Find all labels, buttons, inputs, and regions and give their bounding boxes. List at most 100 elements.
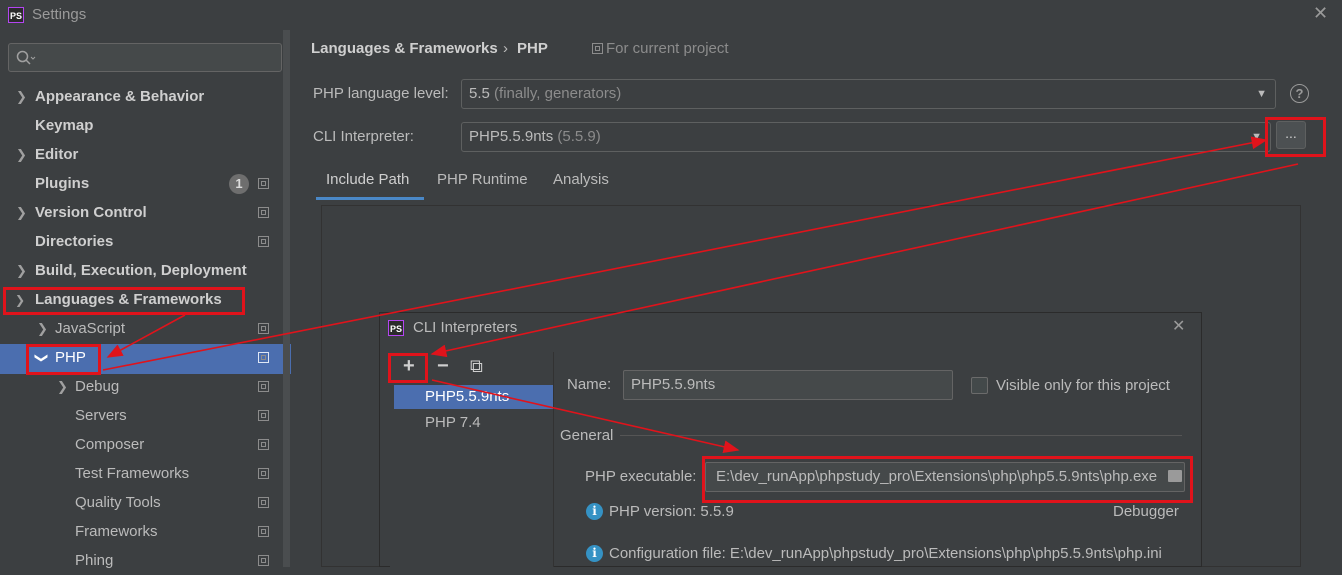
language-level-label: PHP language level: xyxy=(313,85,449,102)
interpreter-list-item[interactable]: PHP5.5.9nts xyxy=(425,388,509,405)
phpstorm-logo-icon: PS xyxy=(388,320,404,336)
project-scope-icon xyxy=(258,439,269,450)
sidebar-item-label: Phing xyxy=(75,552,114,569)
chevron-right-icon: ❯ xyxy=(57,379,68,394)
sidebar-item-label: Frameworks xyxy=(75,523,158,540)
sidebar-item-label: Plugins xyxy=(35,175,90,192)
tab-include-path[interactable]: Include Path xyxy=(326,171,409,188)
active-tab-indicator xyxy=(316,197,424,200)
sidebar-item-editor[interactable]: ❯ Editor xyxy=(0,141,291,169)
sidebar-item-test-frameworks[interactable]: Test Frameworks xyxy=(0,460,291,488)
chevron-right-icon: ❯ xyxy=(16,147,27,162)
info-icon: i xyxy=(586,503,603,520)
sidebar-item-keymap[interactable]: Keymap xyxy=(0,112,291,140)
sidebar-item-phing[interactable]: Phing xyxy=(0,547,291,575)
debugger-label: Debugger xyxy=(1113,503,1179,520)
sidebar-item-label: Debug xyxy=(75,378,120,395)
sidebar-item-php[interactable]: ❯ PHP xyxy=(0,344,291,374)
sidebar-item-label: JavaScript xyxy=(55,320,126,337)
sidebar-item-label: PHP xyxy=(55,349,86,366)
breadcrumb-parent[interactable]: Languages & Frameworks xyxy=(311,40,498,57)
project-scope-icon xyxy=(258,526,269,537)
sidebar-item-label: Test Frameworks xyxy=(75,465,190,482)
project-scope-icon xyxy=(258,497,269,508)
project-scope-icon xyxy=(258,381,269,392)
close-icon[interactable]: ✕ xyxy=(1172,316,1185,336)
config-file-text: Configuration file: E:\dev_runApp\phpstu… xyxy=(609,545,1162,562)
tab-php-runtime[interactable]: PHP Runtime xyxy=(437,171,528,188)
cli-interpreter-label: CLI Interpreter: xyxy=(313,128,414,145)
sidebar-item-label: Appearance & Behavior xyxy=(35,88,205,105)
sidebar-item-label: Build, Execution, Deployment xyxy=(35,262,247,279)
name-field[interactable]: PHP5.5.9nts xyxy=(623,370,953,400)
chevron-down-icon: ❯ xyxy=(34,352,50,364)
close-icon[interactable]: ✕ xyxy=(1313,3,1328,24)
sidebar-item-label: Keymap xyxy=(35,117,94,134)
project-scope-icon xyxy=(258,352,269,363)
language-level-hint: (finally, generators) xyxy=(494,85,622,102)
chevron-down-icon: ▼ xyxy=(1256,88,1267,100)
php-executable-value: E:\dev_runApp\phpstudy_pro\Extensions\ph… xyxy=(716,468,1158,485)
project-scope-icon xyxy=(258,207,269,218)
dialog-title: CLI Interpreters xyxy=(413,319,518,336)
sidebar-item-languages-frameworks[interactable]: ❯ Languages & Frameworks xyxy=(0,286,291,314)
scope-note-text: For current project xyxy=(606,40,729,57)
search-input[interactable] xyxy=(8,43,282,72)
browse-interpreters-button[interactable]: ... xyxy=(1276,121,1306,149)
update-count-badge: 1 xyxy=(229,174,249,194)
sidebar-scrollbar[interactable] xyxy=(283,30,290,567)
cli-interpreter-hint: (5.5.9) xyxy=(557,128,601,145)
divider xyxy=(553,352,554,567)
section-separator xyxy=(620,435,1182,436)
sidebar-item-label: Editor xyxy=(35,146,79,163)
general-section-label: General xyxy=(560,427,614,444)
sidebar-item-label: Quality Tools xyxy=(75,494,161,511)
project-scope-icon xyxy=(258,468,269,479)
sidebar-item-directories[interactable]: Directories xyxy=(0,228,291,256)
sidebar-item-label: Composer xyxy=(75,436,145,453)
language-level-value: 5.5 xyxy=(469,85,490,102)
php-executable-field[interactable]: E:\dev_runApp\phpstudy_pro\Extensions\ph… xyxy=(705,462,1185,492)
remove-interpreter-button[interactable]: − xyxy=(437,355,449,378)
sidebar-item-appearance-behavior[interactable]: ❯ Appearance & Behavior xyxy=(0,83,291,111)
interpreter-list-item[interactable]: PHP 7.4 xyxy=(425,414,481,431)
sidebar-item-label: Servers xyxy=(75,407,127,424)
sidebar-item-label: Version Control xyxy=(35,204,147,221)
sidebar-item-quality-tools[interactable]: Quality Tools xyxy=(0,489,291,517)
sidebar-item-label: Directories xyxy=(35,233,114,250)
sidebar-item-javascript[interactable]: ❯ JavaScript xyxy=(0,315,291,343)
project-scope-icon xyxy=(592,43,603,54)
phpstorm-logo-icon: PS xyxy=(8,7,24,23)
php-executable-label: PHP executable: xyxy=(585,468,697,485)
sidebar-item-composer[interactable]: Composer xyxy=(0,431,291,459)
chevron-down-icon: ▼ xyxy=(1251,131,1262,143)
sidebar-item-version-control[interactable]: ❯ Version Control xyxy=(0,199,291,227)
sidebar-item-frameworks[interactable]: Frameworks xyxy=(0,518,291,546)
language-level-select[interactable]: 5.5 (finally, generators) ▼ xyxy=(461,79,1276,109)
visible-only-checkbox[interactable] xyxy=(971,377,988,394)
tab-analysis[interactable]: Analysis xyxy=(553,171,609,188)
chevron-right-icon: ❯ xyxy=(16,263,27,278)
folder-icon[interactable] xyxy=(1168,470,1182,482)
cli-interpreter-select[interactable]: PHP5.5.9nts (5.5.9) ▼ xyxy=(461,122,1271,152)
project-scope-icon xyxy=(258,178,269,189)
chevron-right-icon: ❯ xyxy=(16,205,27,220)
chevron-down-icon: ❯ xyxy=(15,293,26,307)
php-version-text: PHP version: 5.5.9 xyxy=(609,503,734,520)
sidebar-item-build-execution-deployment[interactable]: ❯ Build, Execution, Deployment xyxy=(0,257,291,285)
info-icon: i xyxy=(586,545,603,562)
chevron-right-icon: ❯ xyxy=(37,321,48,336)
cli-interpreter-value: PHP5.5.9nts xyxy=(469,128,554,145)
help-icon[interactable]: ? xyxy=(1290,84,1309,103)
window-title: Settings xyxy=(32,6,87,23)
sidebar-item-debug[interactable]: ❯ Debug xyxy=(0,373,291,401)
project-scope-icon xyxy=(258,323,269,334)
copy-interpreter-button[interactable]: ⧉ xyxy=(470,356,483,377)
visible-only-label: Visible only for this project xyxy=(996,377,1170,394)
sidebar-item-plugins[interactable]: Plugins 1 xyxy=(0,170,291,198)
add-interpreter-button[interactable]: + xyxy=(403,355,415,378)
project-scope-icon xyxy=(258,236,269,247)
scope-note: For current project xyxy=(591,40,729,57)
sidebar-item-servers[interactable]: Servers xyxy=(0,402,291,430)
name-label: Name: xyxy=(567,376,612,393)
